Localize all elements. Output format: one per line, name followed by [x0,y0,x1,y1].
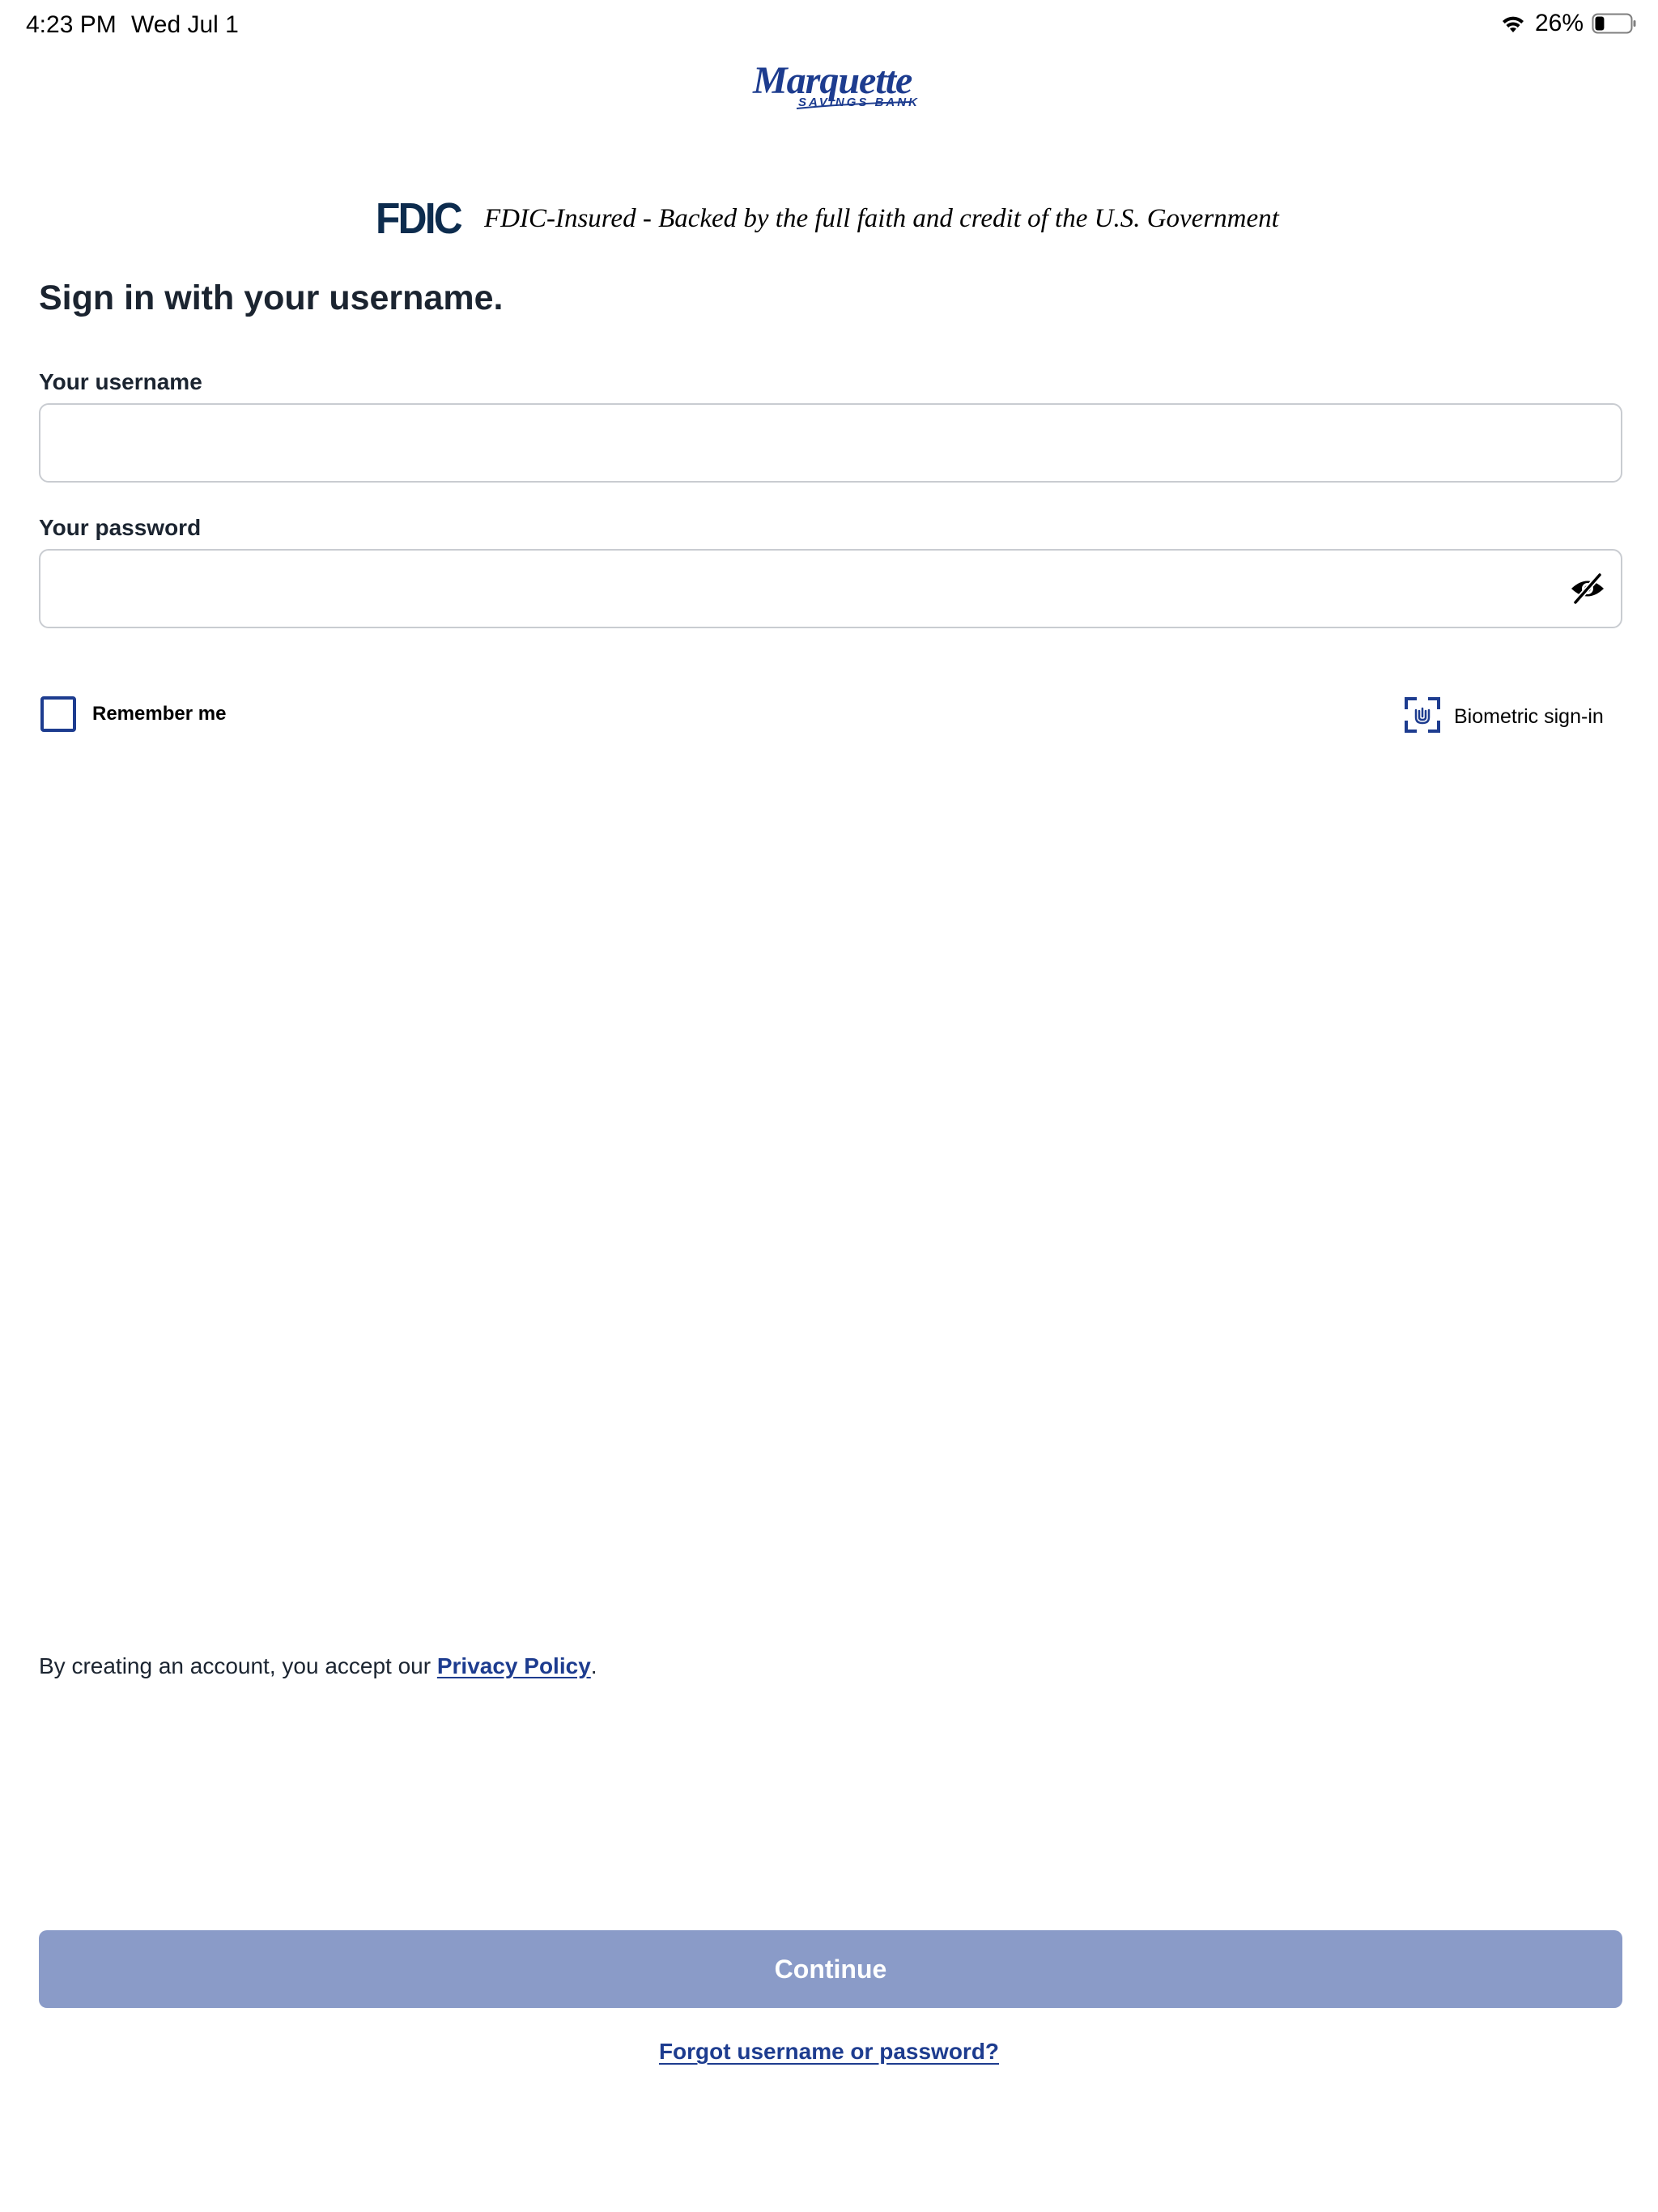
bank-logo: Marquette SAVINGS BANK [748,59,917,112]
biometric-signin-button[interactable]: Biometric sign-in [1404,696,1604,738]
face-id-icon [1404,696,1441,738]
forgot-credentials-row: Forgot username or password? [0,2039,1658,2065]
privacy-prefix: By creating an account, you accept our [39,1653,437,1678]
fdic-statement: FDIC-Insured - Backed by the full faith … [484,203,1279,233]
password-field[interactable] [39,549,1622,628]
logo-subtitle: SAVINGS BANK [798,96,920,109]
biometric-signin-label: Biometric sign-in [1454,705,1604,728]
remember-me-toggle[interactable]: Remember me [40,696,226,732]
status-date: Wed Jul 1 [131,11,239,38]
privacy-notice: By creating an account, you accept our P… [39,1653,597,1679]
continue-button[interactable]: Continue [39,1930,1622,2008]
username-field[interactable] [39,403,1622,483]
privacy-policy-link[interactable]: Privacy Policy [437,1653,591,1678]
status-time: 4:23 PM [26,11,117,38]
password-label: Your password [39,515,202,540]
status-bar: 4:23 PM Wed Jul 1 26% [0,0,1658,52]
forgot-credentials-link[interactable]: Forgot username or password? [659,2039,999,2064]
battery-icon [1592,13,1637,34]
remember-me-label: Remember me [92,703,227,725]
eye-slash-icon[interactable] [1569,572,1606,606]
wifi-icon [1499,13,1527,34]
username-label: Your username [39,369,202,394]
privacy-suffix: . [590,1653,597,1678]
battery-percent: 26% [1534,10,1584,36]
fdic-logo: FDIC [376,194,463,243]
fdic-banner: FDIC FDIC-Insured - Backed by the full f… [376,194,1347,243]
page-title: Sign in with your username. [39,279,504,317]
status-indicators: 26% [1499,10,1637,37]
remember-me-checkbox[interactable] [40,696,76,732]
